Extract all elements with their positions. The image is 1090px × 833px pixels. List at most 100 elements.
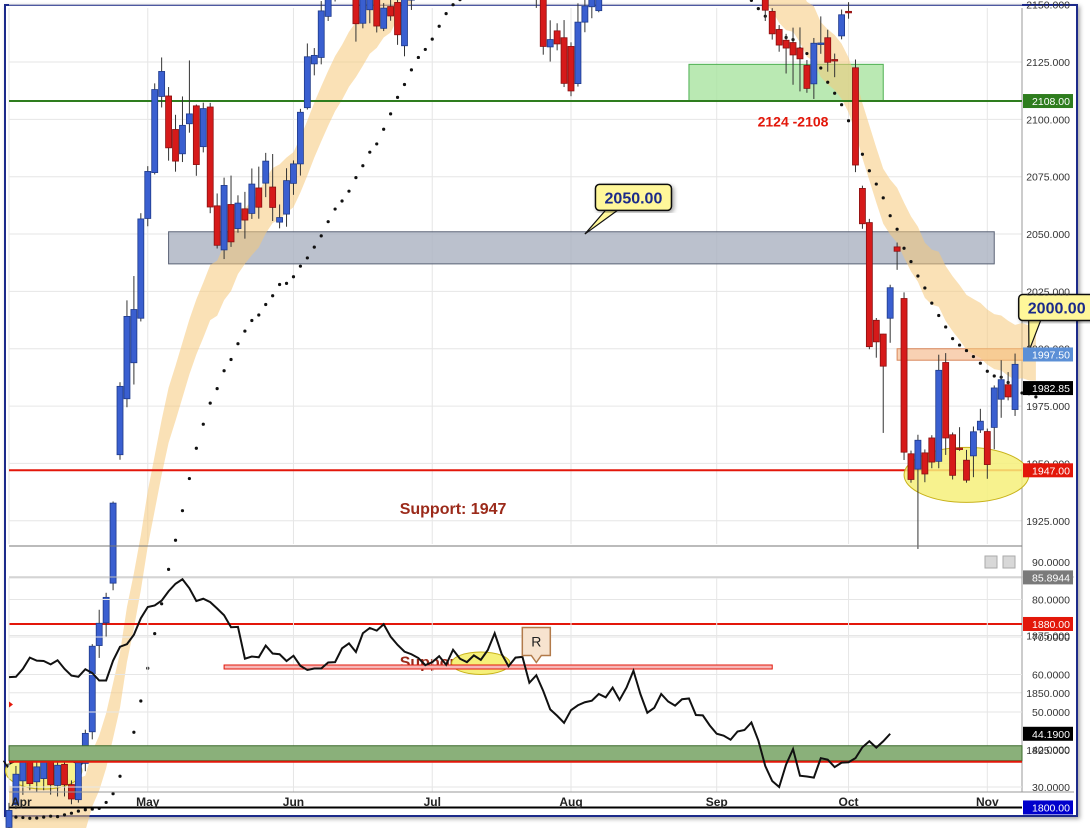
dotted-ma-point xyxy=(882,196,885,199)
panel-move-up-icon xyxy=(985,556,997,568)
candle-body xyxy=(145,171,151,218)
dotted-ma-point xyxy=(347,190,350,193)
annotation-zone-label: 2124 -2108 xyxy=(758,113,829,129)
candle-body xyxy=(228,204,234,241)
candle-body xyxy=(547,40,553,47)
price-badge: 1982.85 xyxy=(1032,383,1070,395)
candle-body xyxy=(179,125,185,153)
osc-current-badge: 85.8944 xyxy=(1032,572,1070,584)
candle-body xyxy=(1012,364,1018,409)
candle-body xyxy=(152,90,158,173)
dotted-ma-point xyxy=(70,812,73,815)
price-tick-label: 2075.000 xyxy=(1026,172,1070,184)
dotted-ma-point xyxy=(368,151,371,154)
candle-body xyxy=(221,185,227,249)
osc-marker-label: R xyxy=(531,634,541,650)
candle-body xyxy=(325,0,331,16)
dotted-ma-point xyxy=(896,228,899,231)
dotted-ma-point xyxy=(937,314,940,317)
dotted-ma-point xyxy=(271,294,274,297)
candle-body xyxy=(96,623,102,645)
price-axis: 1800.0001825.0001850.0001875.0001900.000… xyxy=(1023,0,1073,814)
candle-body xyxy=(977,421,983,430)
dotted-ma-point xyxy=(306,256,309,259)
candle-body xyxy=(783,40,789,48)
dotted-ma-point xyxy=(382,128,385,131)
candle-body xyxy=(353,0,359,24)
candle-body xyxy=(1005,385,1011,397)
candle-body xyxy=(596,0,602,11)
dotted-ma-point xyxy=(202,423,205,426)
candle-body xyxy=(214,206,220,245)
dotted-ma-point xyxy=(875,182,878,185)
candle-body xyxy=(873,320,879,342)
callout_2050-label: 2050.00 xyxy=(605,190,663,207)
time-tick-label: Oct xyxy=(839,795,859,809)
candle-body xyxy=(75,763,81,800)
dotted-ma-point xyxy=(403,83,406,86)
candle-body xyxy=(894,247,900,251)
dotted-ma-point xyxy=(327,220,330,223)
candle-body xyxy=(360,0,366,23)
candle-body xyxy=(110,503,116,583)
candle-body xyxy=(34,767,40,782)
dotted-ma-point xyxy=(21,816,24,819)
candle-body xyxy=(929,438,935,462)
level-badge: 1947.00 xyxy=(1032,465,1070,477)
dotted-ma-point xyxy=(77,810,80,813)
dotted-ma-point xyxy=(28,817,31,820)
candle-body xyxy=(859,188,865,223)
dotted-ma-point xyxy=(167,568,170,571)
candle-body xyxy=(131,310,137,363)
candle-body xyxy=(908,454,914,480)
dotted-ma-point xyxy=(833,92,836,95)
dotted-ma-point xyxy=(868,169,871,172)
dotted-ma-point xyxy=(278,283,281,286)
dotted-ma-point xyxy=(902,247,905,250)
candle-body xyxy=(825,38,831,63)
dotted-ma-point xyxy=(972,355,975,358)
annotation-support-1947: Support: 1947 xyxy=(400,501,507,518)
osc-band xyxy=(9,746,1022,761)
candle-body xyxy=(318,11,324,58)
candle-body xyxy=(561,38,567,84)
dotted-ma-point xyxy=(826,81,829,84)
dotted-ma-point xyxy=(84,808,87,811)
time-tick-label: Apr xyxy=(11,795,32,809)
candle-body xyxy=(256,188,262,207)
candle-body xyxy=(304,57,310,108)
candle-body xyxy=(270,187,276,207)
dotted-ma-point xyxy=(750,0,753,2)
dotted-ma-point xyxy=(389,112,392,115)
candle-body xyxy=(6,810,12,827)
candle-body xyxy=(124,316,130,398)
price-tick-label: 2125.000 xyxy=(1026,57,1070,69)
dotted-ma-point xyxy=(361,164,364,167)
candle-body xyxy=(901,299,907,453)
candle-body xyxy=(582,6,588,22)
dotted-ma-point xyxy=(285,282,288,285)
price-tick-label: 2050.000 xyxy=(1026,229,1070,241)
dotted-ma-point xyxy=(188,477,191,480)
level-badge: 1880.00 xyxy=(1032,619,1070,631)
dotted-ma-point xyxy=(174,539,177,542)
dotted-ma-point xyxy=(445,12,448,15)
dotted-ma-point xyxy=(320,234,323,237)
dotted-ma-point xyxy=(209,401,212,404)
candle-body xyxy=(943,363,949,438)
candle-body xyxy=(880,334,886,366)
time-tick-label: Jun xyxy=(283,795,304,809)
candle-body xyxy=(159,71,165,96)
candle-body xyxy=(852,68,858,165)
candle-body xyxy=(769,11,775,33)
dotted-ma-point xyxy=(313,246,316,249)
osc-tick-label: 50.0000 xyxy=(1032,707,1070,719)
candle-body xyxy=(846,11,852,13)
dotted-ma-point xyxy=(195,447,198,450)
candle-body xyxy=(818,43,824,45)
candle-body xyxy=(811,43,817,84)
candle-body xyxy=(589,0,595,7)
dotted-ma-point xyxy=(35,816,38,819)
candle-body xyxy=(62,764,68,784)
panel-move-down-icon xyxy=(1003,556,1015,568)
